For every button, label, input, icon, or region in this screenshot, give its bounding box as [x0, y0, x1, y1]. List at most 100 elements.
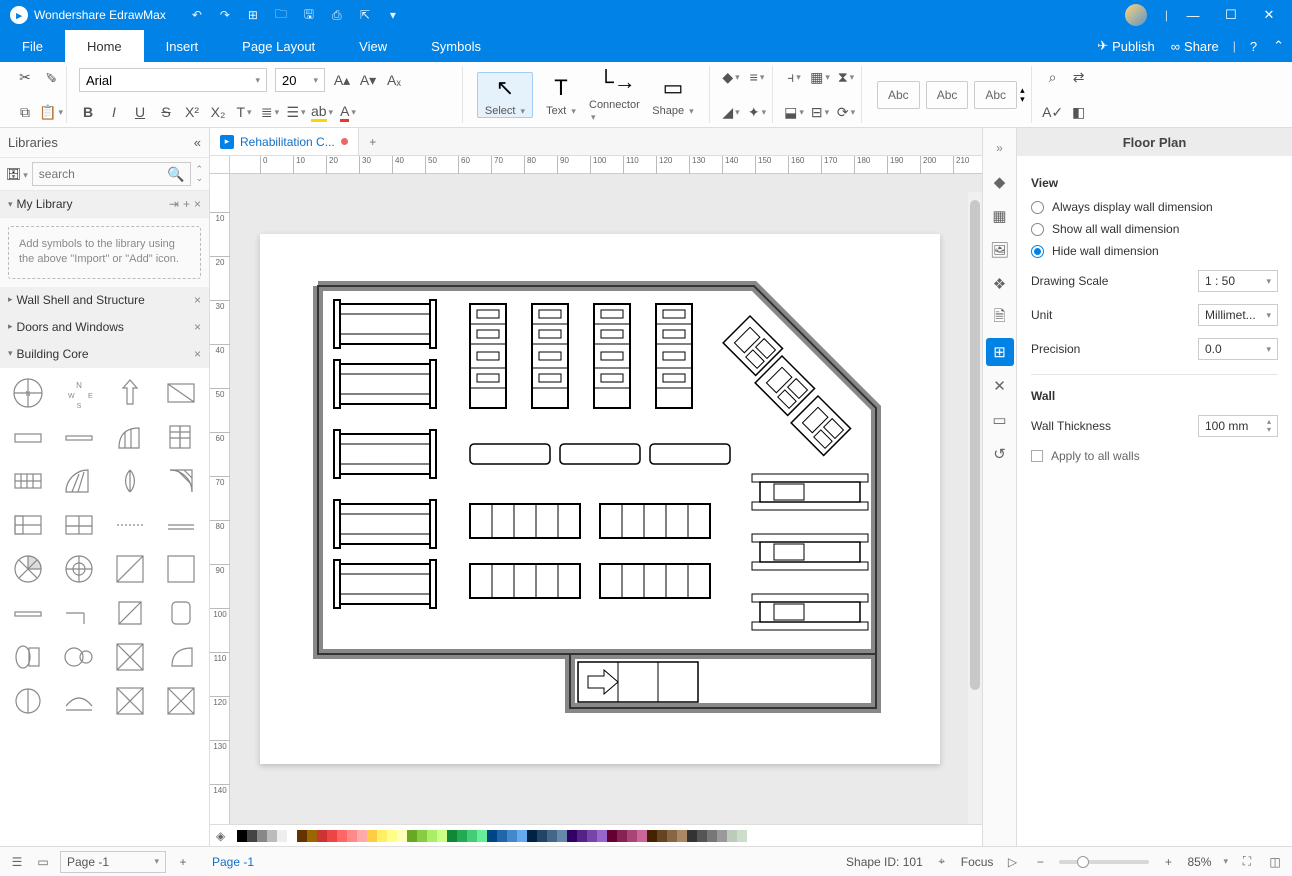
- tab-symbols[interactable]: Symbols: [409, 30, 503, 62]
- user-avatar[interactable]: [1125, 4, 1147, 26]
- shape-item[interactable]: N: [6, 374, 51, 412]
- bullets-icon[interactable]: ≣▾: [261, 103, 279, 121]
- color-swatch[interactable]: [507, 830, 517, 842]
- color-swatch[interactable]: [357, 830, 367, 842]
- focus-target-icon[interactable]: ⌖: [933, 854, 951, 869]
- color-swatch[interactable]: [327, 830, 337, 842]
- zoom-value[interactable]: 85%: [1187, 855, 1211, 869]
- color-swatch[interactable]: [557, 830, 567, 842]
- share-button[interactable]: ∞Share: [1163, 30, 1227, 62]
- vertical-ruler[interactable]: 102030405060708090100110120130140150: [210, 174, 230, 846]
- color-swatch[interactable]: [597, 830, 607, 842]
- color-swatch[interactable]: [617, 830, 627, 842]
- import-icon[interactable]: ⇥: [169, 197, 179, 211]
- shape-item[interactable]: [6, 506, 51, 544]
- radio-show-all[interactable]: Show all wall dimension: [1031, 222, 1278, 236]
- rotate-icon[interactable]: ⟳▾: [837, 103, 855, 121]
- color-swatch[interactable]: [687, 830, 697, 842]
- shape-item[interactable]: [6, 418, 51, 456]
- text-tool[interactable]: TText ▾: [533, 73, 589, 117]
- undo-icon[interactable]: ↶: [186, 8, 208, 22]
- precision-input[interactable]: 0.0▾: [1198, 338, 1278, 360]
- color-swatch[interactable]: [497, 830, 507, 842]
- superscript-icon[interactable]: X²: [183, 103, 201, 121]
- section-doors[interactable]: ▸Doors and Windows×: [0, 314, 209, 341]
- color-swatch[interactable]: [547, 830, 557, 842]
- shape-item[interactable]: [108, 682, 153, 720]
- focus-label[interactable]: Focus: [961, 855, 994, 869]
- color-swatch[interactable]: [657, 830, 667, 842]
- shape-item[interactable]: [158, 682, 203, 720]
- grid-panel-icon[interactable]: ▦: [986, 202, 1014, 230]
- color-swatch[interactable]: [247, 830, 257, 842]
- v-scroll-thumb[interactable]: [970, 200, 980, 690]
- shape-item[interactable]: [57, 506, 102, 544]
- color-swatch[interactable]: [577, 830, 587, 842]
- color-swatch[interactable]: [447, 830, 457, 842]
- shape-item[interactable]: [158, 462, 203, 500]
- line-icon[interactable]: ≡▾: [748, 68, 766, 86]
- color-swatch[interactable]: [517, 830, 527, 842]
- collapse-panel-icon[interactable]: «: [194, 135, 201, 150]
- close-section-icon[interactable]: ×: [194, 320, 201, 334]
- effect-icon[interactable]: ✦▾: [748, 103, 766, 121]
- shape-item[interactable]: [108, 506, 153, 544]
- shape-item[interactable]: [108, 550, 153, 588]
- connector-panel-icon[interactable]: ✕: [986, 372, 1014, 400]
- fit-page-icon[interactable]: ◫: [1266, 855, 1284, 869]
- flip-icon[interactable]: ⧗▾: [837, 68, 855, 86]
- outline-view-icon[interactable]: ☰: [8, 855, 26, 869]
- apply-all-walls-checkbox[interactable]: Apply to all walls: [1031, 449, 1278, 463]
- shadow-icon[interactable]: ◢▾: [722, 103, 740, 121]
- color-swatch[interactable]: [707, 830, 717, 842]
- theme-style-3[interactable]: Abc: [974, 81, 1017, 109]
- italic-icon[interactable]: I: [105, 103, 123, 121]
- add-tab-button[interactable]: +: [359, 128, 387, 155]
- color-swatch[interactable]: [627, 830, 637, 842]
- subscript-icon[interactable]: X₂: [209, 103, 227, 121]
- replace-icon[interactable]: ⇄: [1070, 68, 1088, 86]
- increase-font-icon[interactable]: A▴: [333, 71, 351, 89]
- case-icon[interactable]: T▾: [235, 103, 253, 121]
- color-swatch[interactable]: [397, 830, 407, 842]
- color-swatch[interactable]: [727, 830, 737, 842]
- layer-icon[interactable]: ⬓▾: [785, 103, 803, 121]
- color-swatch[interactable]: [267, 830, 277, 842]
- color-swatch[interactable]: [677, 830, 687, 842]
- open-icon[interactable]: 🗀: [270, 5, 292, 26]
- theme-more-icon[interactable]: ▴▾: [1020, 86, 1025, 104]
- shape-item[interactable]: [6, 462, 51, 500]
- color-swatch[interactable]: [737, 830, 747, 842]
- qat-more-icon[interactable]: ▾: [382, 8, 404, 22]
- color-swatch[interactable]: [487, 830, 497, 842]
- tab-view[interactable]: View: [337, 30, 409, 62]
- fullscreen-icon[interactable]: ⛶: [1238, 854, 1256, 869]
- color-swatch[interactable]: [667, 830, 677, 842]
- color-swatch[interactable]: [307, 830, 317, 842]
- color-swatch[interactable]: [257, 830, 267, 842]
- shape-item[interactable]: [57, 682, 102, 720]
- maximize-button[interactable]: ☐: [1212, 7, 1250, 23]
- document-tab[interactable]: ▸ Rehabilitation C...: [210, 128, 359, 155]
- canvas[interactable]: [230, 174, 982, 846]
- color-swatch[interactable]: [317, 830, 327, 842]
- redo-icon[interactable]: ↷: [214, 8, 236, 22]
- save-icon[interactable]: 🖫: [298, 5, 320, 26]
- shape-item[interactable]: [158, 594, 203, 632]
- close-button[interactable]: ✕: [1250, 7, 1288, 23]
- expand-panel-icon[interactable]: »: [996, 134, 1003, 162]
- color-swatch[interactable]: [437, 830, 447, 842]
- page-selector[interactable]: Page -1▾: [60, 851, 166, 873]
- align-icon[interactable]: ⫞▾: [785, 68, 803, 86]
- color-swatch[interactable]: [717, 830, 727, 842]
- section-building-core[interactable]: ▾Building Core×: [0, 341, 209, 368]
- unit-input[interactable]: Millimet...▾: [1198, 304, 1278, 326]
- color-swatch[interactable]: [337, 830, 347, 842]
- select-tool[interactable]: ↖Select ▾: [477, 72, 533, 118]
- theme-style-2[interactable]: Abc: [926, 81, 969, 109]
- lib-down-icon[interactable]: ⌄: [195, 174, 203, 183]
- connector-tool[interactable]: └→Connector ▾: [589, 67, 645, 123]
- tab-file[interactable]: File: [0, 30, 65, 62]
- shape-item[interactable]: [108, 462, 153, 500]
- shape-item[interactable]: [57, 418, 102, 456]
